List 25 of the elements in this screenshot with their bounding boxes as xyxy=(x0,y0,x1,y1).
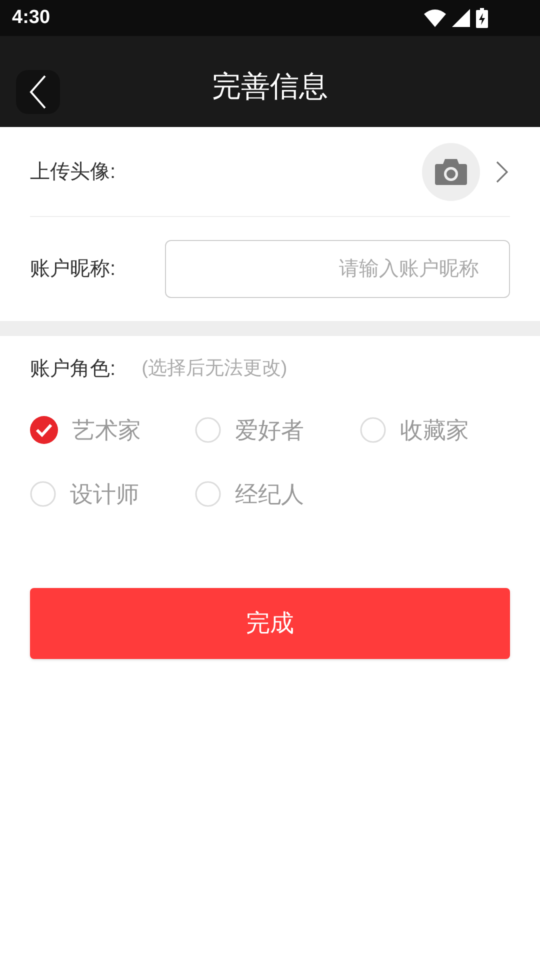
radio-icon xyxy=(360,417,386,443)
role-option[interactable]: 经纪人 xyxy=(195,462,360,526)
role-option[interactable]: 收藏家 xyxy=(360,398,510,462)
role-option[interactable]: 艺术家 xyxy=(30,398,195,462)
role-option[interactable]: 爱好者 xyxy=(195,398,360,462)
radio-icon xyxy=(30,481,56,507)
checked-radio-icon xyxy=(30,416,58,444)
avatar-label: 上传头像: xyxy=(30,160,116,184)
role-option[interactable]: 设计师 xyxy=(30,462,195,526)
camera-icon xyxy=(435,158,467,184)
back-button[interactable] xyxy=(16,70,60,114)
submit-button[interactable]: 完成 xyxy=(30,588,510,659)
back-icon xyxy=(29,75,47,109)
role-label: 账户角色: xyxy=(30,357,116,382)
signal-icon xyxy=(452,9,470,27)
radio-icon xyxy=(195,417,221,443)
battery-icon xyxy=(476,8,488,28)
role-note: (选择后无法更改) xyxy=(142,356,288,381)
nickname-input[interactable]: 请输入账户昵称 xyxy=(165,240,510,298)
wifi-icon xyxy=(424,9,446,27)
nickname-label: 账户昵称: xyxy=(30,257,117,282)
status-time: 4:30 xyxy=(12,6,50,30)
page-title: 完善信息 xyxy=(212,70,328,105)
radio-icon xyxy=(195,481,221,507)
chevron-right-icon xyxy=(496,160,508,182)
